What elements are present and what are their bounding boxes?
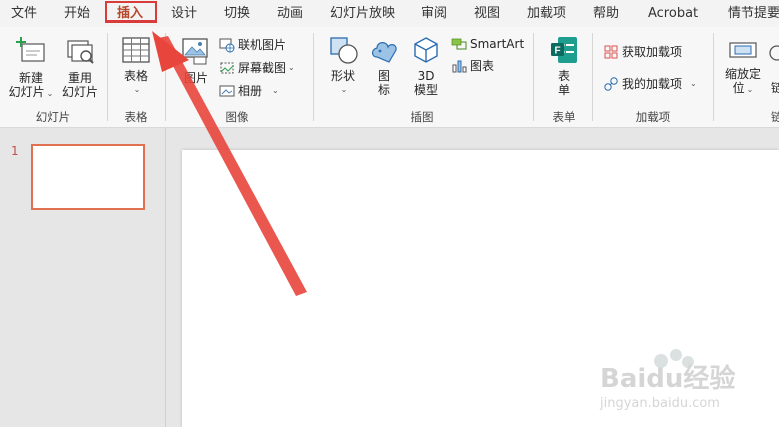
icons-button[interactable]: 图 标 bbox=[368, 35, 400, 97]
tab-slideshow[interactable]: 幻灯片放映 bbox=[330, 0, 395, 27]
online-pictures-icon bbox=[219, 38, 235, 53]
3d-models-label-1: 3D bbox=[417, 69, 435, 83]
icons-label-1: 图 bbox=[377, 69, 390, 83]
new-slide-label-2: 幻灯片 bbox=[8, 85, 45, 99]
screenshot-label: 屏幕截图 bbox=[238, 61, 287, 75]
group-label-links: 链 bbox=[771, 110, 779, 124]
panel-divider[interactable] bbox=[165, 128, 166, 427]
shapes-icon bbox=[330, 37, 358, 64]
my-addins-button[interactable]: 我的加载项 ⌄ bbox=[603, 74, 697, 94]
album-label: 相册 bbox=[238, 84, 263, 98]
picture-label: 图片 bbox=[183, 71, 208, 85]
new-slide-button[interactable]: 新建 幻灯片 ⌄ bbox=[6, 35, 56, 101]
reuse-slide-label-2: 幻灯片 bbox=[61, 85, 98, 99]
reuse-slide-label-1: 重用 bbox=[67, 71, 92, 85]
reuse-slide-button[interactable]: 重用 幻灯片 bbox=[60, 35, 100, 99]
group-label-tables: 表格 bbox=[124, 110, 148, 124]
editing-workspace: 1 bbox=[0, 128, 779, 427]
tab-design[interactable]: 设计 bbox=[171, 0, 197, 27]
new-slide-icon bbox=[16, 37, 45, 62]
link-icon bbox=[769, 45, 779, 61]
screenshot-icon bbox=[220, 62, 234, 74]
group-label-forms: 表单 bbox=[552, 110, 576, 124]
slide-number: 1 bbox=[11, 144, 19, 158]
get-addins-label: 获取加载项 bbox=[622, 45, 683, 59]
table-icon bbox=[122, 37, 150, 63]
group-label-illustrations: 插图 bbox=[410, 110, 434, 124]
tab-transitions[interactable]: 切换 bbox=[224, 0, 250, 27]
smartart-label: SmartArt bbox=[470, 37, 525, 51]
shapes-button[interactable]: 形状 ⌄ bbox=[325, 35, 361, 97]
group-label-slides: 幻灯片 bbox=[35, 110, 71, 124]
chart-icon bbox=[452, 60, 467, 73]
cube-icon bbox=[414, 37, 438, 63]
3d-models-button[interactable]: 3D 模型 bbox=[408, 35, 444, 97]
zoom-label-1: 缩放定 bbox=[724, 67, 761, 81]
chevron-down-icon: ⌄ bbox=[288, 63, 295, 72]
group-separator bbox=[533, 33, 534, 121]
group-label-images: 图像 bbox=[225, 110, 249, 124]
tab-file[interactable]: 文件 bbox=[11, 0, 37, 27]
get-addins-button[interactable]: 获取加载项 bbox=[603, 42, 682, 62]
screenshot-button[interactable]: 屏幕截图 ⌄ bbox=[219, 58, 295, 78]
chevron-down-icon: ⌄ bbox=[746, 85, 754, 94]
tab-storyboard[interactable]: 情节提要 bbox=[728, 0, 779, 27]
chart-button[interactable]: 图表 bbox=[451, 56, 494, 76]
smartart-button[interactable]: SmartArt bbox=[451, 34, 524, 54]
tab-home[interactable]: 开始 bbox=[64, 0, 90, 27]
shapes-label: 形状 bbox=[330, 69, 355, 83]
smartart-icon bbox=[451, 38, 467, 50]
icons-icon bbox=[371, 42, 397, 63]
tab-help[interactable]: 帮助 bbox=[593, 0, 619, 27]
group-separator bbox=[592, 33, 593, 121]
group-separator bbox=[165, 33, 166, 121]
table-label: 表格 bbox=[123, 69, 148, 83]
chevron-down-icon: ⌄ bbox=[46, 89, 54, 98]
microsoft-forms-icon: F bbox=[551, 37, 577, 63]
link-label-partial: 链 bbox=[771, 81, 779, 95]
addins-icon bbox=[604, 77, 618, 91]
chart-label: 图表 bbox=[470, 59, 495, 73]
chevron-down-icon: ⌄ bbox=[690, 79, 697, 88]
tab-animations[interactable]: 动画 bbox=[277, 0, 303, 27]
group-label-addins: 加载项 bbox=[635, 110, 671, 124]
forms-button[interactable]: F 表 单 bbox=[548, 35, 580, 97]
zoom-button[interactable]: 缩放定 位 ⌄ bbox=[720, 35, 766, 97]
ribbon-insert: 新建 幻灯片 ⌄ 重用 幻灯片 幻灯片 表格 ⌄ 表格 图片 联机图片 屏幕截图… bbox=[0, 27, 779, 128]
picture-icon bbox=[182, 38, 208, 65]
link-button-partial[interactable] bbox=[767, 43, 779, 66]
store-grid-icon bbox=[604, 45, 618, 59]
forms-label-1: 表 bbox=[557, 69, 570, 83]
chevron-down-icon: ⌄ bbox=[272, 86, 279, 95]
tab-addins[interactable]: 加载项 bbox=[527, 0, 566, 27]
table-button[interactable]: 表格 ⌄ bbox=[115, 35, 157, 97]
forms-label-2: 单 bbox=[557, 83, 570, 97]
online-pictures-label: 联机图片 bbox=[238, 38, 287, 52]
reuse-slide-icon bbox=[67, 40, 94, 64]
group-separator bbox=[313, 33, 314, 121]
new-slide-label-1: 新建 bbox=[18, 71, 43, 85]
picture-button[interactable]: 图片 bbox=[176, 35, 216, 85]
group-separator bbox=[107, 33, 108, 121]
my-addins-label: 我的加载项 bbox=[622, 77, 683, 91]
online-pictures-button[interactable]: 联机图片 bbox=[219, 35, 286, 55]
zoom-label-2: 位 bbox=[732, 81, 745, 95]
3d-models-label-2: 模型 bbox=[413, 83, 438, 97]
tab-insert[interactable]: 插入 bbox=[117, 0, 143, 27]
photo-album-icon bbox=[219, 85, 235, 97]
svg-text:F: F bbox=[554, 46, 560, 57]
zoom-icon bbox=[729, 42, 757, 58]
slide-canvas[interactable] bbox=[182, 150, 779, 427]
album-button[interactable]: 相册 ⌄ bbox=[219, 81, 279, 101]
chevron-down-icon: ⌄ bbox=[133, 85, 141, 94]
chevron-down-icon: ⌄ bbox=[340, 85, 348, 94]
tab-review[interactable]: 审阅 bbox=[421, 0, 447, 27]
group-separator bbox=[713, 33, 714, 121]
tab-view[interactable]: 视图 bbox=[474, 0, 500, 27]
tab-acrobat[interactable]: Acrobat bbox=[648, 0, 698, 27]
icons-label-2: 标 bbox=[377, 83, 390, 97]
ribbon-tab-bar: 文件 开始 插入 设计 切换 动画 幻灯片放映 审阅 视图 加载项 帮助 Acr… bbox=[0, 0, 779, 27]
slide-thumbnail[interactable] bbox=[31, 144, 145, 210]
